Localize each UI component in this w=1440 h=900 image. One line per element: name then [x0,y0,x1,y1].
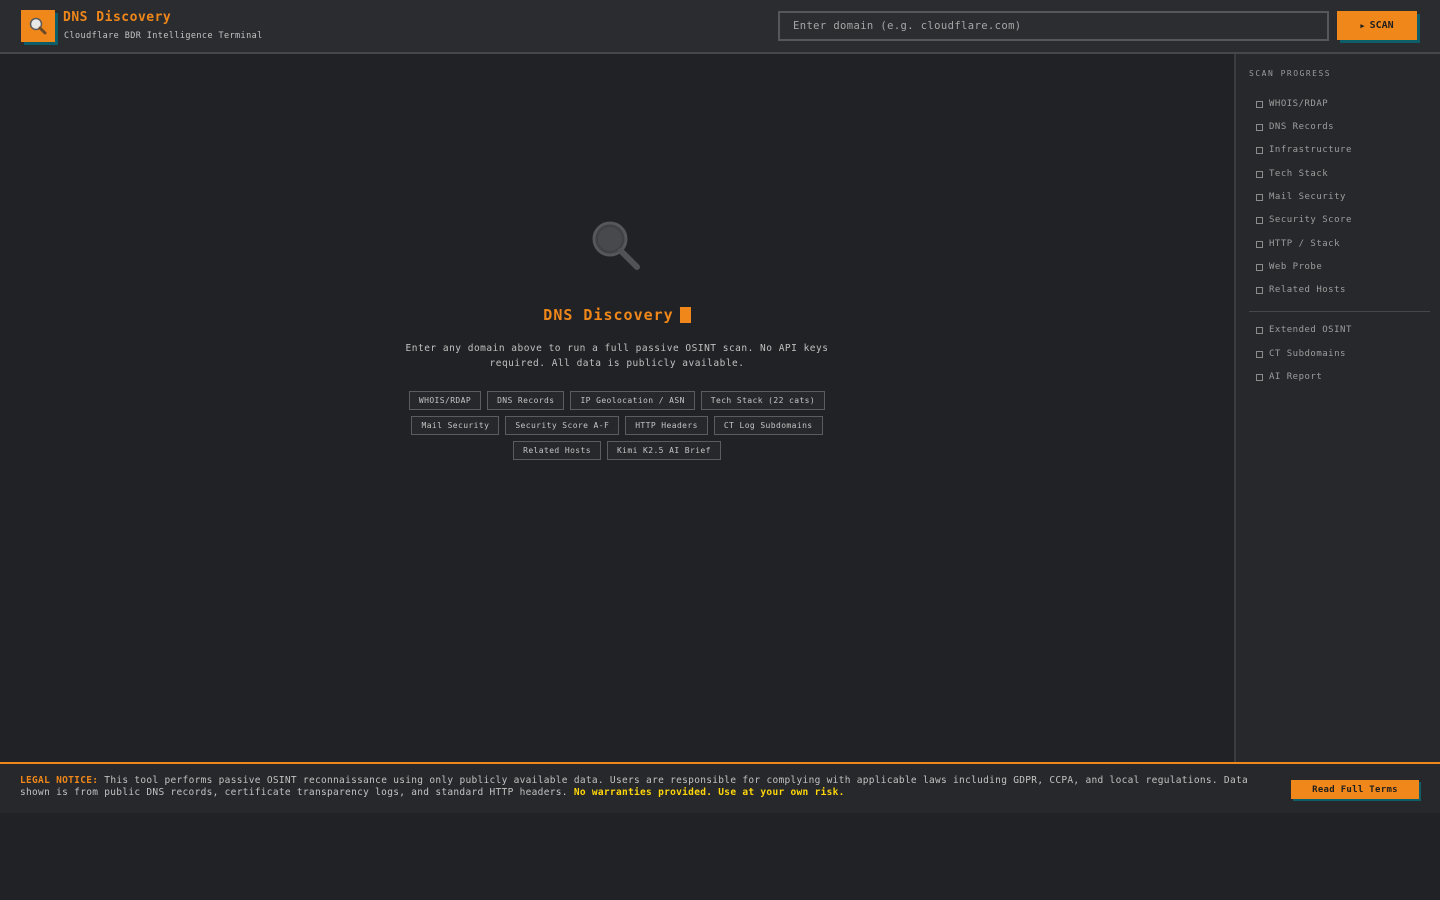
pending-checkbox-icon [1256,326,1263,334]
pending-checkbox-icon [1256,100,1263,108]
progress-step-extended-osint: Extended OSINT [1256,325,1352,335]
progress-step-label: WHOIS/RDAP [1269,99,1329,109]
scan-button[interactable]: ▶ SCAN [1337,11,1417,40]
hero-title: DNS Discovery [0,306,1234,324]
progress-step-label: Related Hosts [1269,285,1346,295]
pending-checkbox-icon [1256,170,1263,178]
legal-notice-text: LEGAL NOTICE: This tool performs passive… [20,775,1260,799]
feature-chip: CT Log Subdomains [713,416,823,435]
play-icon: ▶ [1360,21,1365,30]
pending-checkbox-icon [1256,373,1263,381]
progress-step-web-probe: Web Probe [1256,262,1322,272]
progress-step-tech-stack: Tech Stack [1256,169,1328,179]
hero-description: Enter any domain above to run a full pas… [405,343,829,369]
feature-chip: Tech Stack (22 cats) [700,391,826,410]
pending-checkbox-icon [1256,193,1263,201]
pending-checkbox-icon [1256,240,1263,248]
progress-step-infrastructure: Infrastructure [1256,145,1352,155]
progress-step-related-hosts: Related Hosts [1256,285,1346,295]
progress-step-label: DNS Records [1269,122,1335,132]
page-background [0,813,1440,900]
app-title: DNS Discovery [63,10,172,25]
scan-progress-sidebar: SCAN PROGRESS WHOIS/RDAP DNS Records Inf… [1234,54,1440,762]
pending-checkbox-icon [1256,146,1263,154]
legal-notice-label: LEGAL NOTICE: [20,775,99,786]
blinking-cursor [679,307,691,323]
feature-chip: DNS Records [487,391,565,410]
sidebar-divider [1249,311,1430,312]
magnifier-icon [29,17,47,35]
feature-chip: Mail Security [411,416,500,435]
read-full-terms-button[interactable]: Read Full Terms [1291,780,1419,799]
pending-checkbox-icon [1256,350,1263,358]
progress-step-label: Tech Stack [1269,169,1329,179]
pending-checkbox-icon [1256,286,1263,294]
progress-step-mail-security: Mail Security [1256,192,1346,202]
feature-chip: Related Hosts [513,441,601,460]
feature-chip: IP Geolocation / ASN [570,391,695,410]
legal-notice-bar: LEGAL NOTICE: This tool performs passive… [0,762,1440,813]
pending-checkbox-icon [1256,123,1263,131]
progress-step-label: AI Report [1269,372,1323,382]
main-panel: DNS Discovery Enter any domain above to … [0,54,1234,762]
progress-step-label: Security Score [1269,215,1352,225]
progress-step-label: CT Subdomains [1269,349,1346,359]
feature-chip: HTTP Headers [625,416,708,435]
progress-step-label: Mail Security [1269,192,1346,202]
app-logo [21,10,55,42]
magnifier-icon [592,221,640,270]
pending-checkbox-icon [1256,216,1263,224]
progress-step-ct-subdomains: CT Subdomains [1256,349,1346,359]
domain-search-input[interactable] [778,11,1329,41]
scan-button-label: SCAN [1369,20,1394,31]
progress-step-dns-records: DNS Records [1256,122,1334,132]
progress-step-label: Extended OSINT [1269,325,1352,335]
pending-checkbox-icon [1256,263,1263,271]
progress-step-ai-report: AI Report [1256,372,1322,382]
progress-step-http-stack: HTTP / Stack [1256,239,1340,249]
legal-warning: No warranties provided. Use at your own … [573,787,845,798]
progress-step-label: Web Probe [1269,262,1323,272]
feature-chips: WHOIS/RDAP DNS Records IP Geolocation / … [370,391,864,460]
feature-chip: WHOIS/RDAP [408,391,482,410]
progress-step-security-score: Security Score [1256,215,1352,225]
app-subtitle: Cloudflare BDR Intelligence Terminal [64,31,263,41]
progress-step-label: HTTP / Stack [1269,239,1341,249]
progress-step-whois: WHOIS/RDAP [1256,99,1328,109]
app-header: DNS Discovery Cloudflare BDR Intelligenc… [0,0,1440,54]
progress-step-label: Infrastructure [1269,145,1352,155]
feature-chip: Security Score A-F [505,416,620,435]
hero-title-text: DNS Discovery [543,306,674,324]
feature-chip: Kimi K2.5 AI Brief [606,441,721,460]
sidebar-heading: SCAN PROGRESS [1249,69,1332,78]
